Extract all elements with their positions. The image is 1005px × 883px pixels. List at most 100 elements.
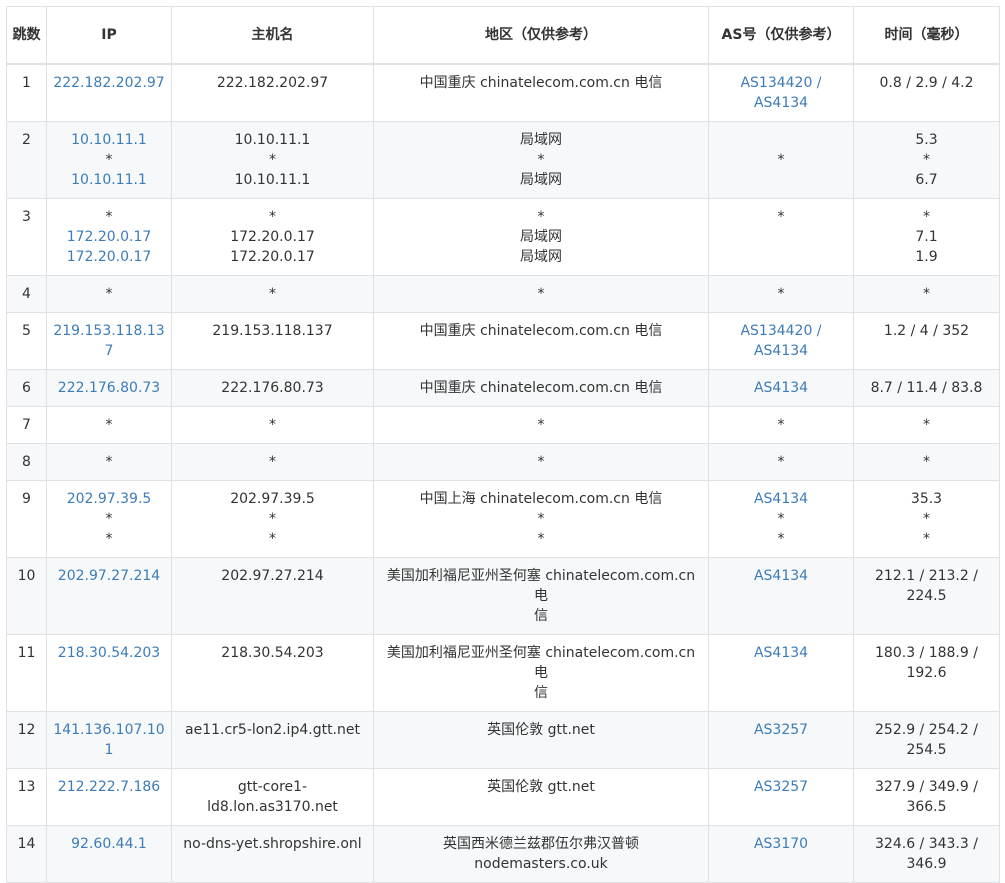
cell-text: * [269, 417, 276, 433]
as-link[interactable]: AS4134 [713, 643, 849, 663]
ip-link[interactable]: 212.222.7.186 [51, 777, 167, 797]
hop-cell: 9 [6, 480, 47, 558]
as-link[interactable]: AS3257 [713, 720, 849, 740]
time-cell: 324.6 / 343.3 / 346.9 [853, 825, 1000, 883]
hostname-cell: 10.10.11.1 * 10.10.11.1 [171, 121, 374, 199]
time-cell: * [853, 443, 1000, 481]
cell-text: * [537, 209, 545, 225]
cell-text: * [105, 511, 113, 527]
table-row: 7 * * * * * [6, 406, 1000, 444]
hop-cell: 14 [6, 825, 47, 883]
time-cell: * [853, 275, 1000, 313]
ip-link[interactable]: 222.182.202.97 [51, 73, 167, 93]
cell-text: 中国上海 chinatelecom.com.cn 电信 [419, 491, 663, 507]
cell-text: 英国西米德兰兹郡伍尔弗汉普顿 [443, 836, 639, 852]
cell-text: 8.7 / 11.4 / 83.8 [870, 380, 983, 396]
cell-text: 局域网 [520, 172, 562, 188]
traceroute-table: 跳数 IP 主机名 地区（仅供参考） AS号（仅供参考） 时间（毫秒） 1 222… [6, 6, 1000, 883]
ip-cell: 218.30.54.203 [46, 634, 172, 712]
as-link[interactable]: AS4134 [713, 489, 849, 509]
hop-cell: 5 [6, 312, 47, 370]
ip-link[interactable]: 92.60.44.1 [51, 834, 167, 854]
region-cell: 中国重庆 chinatelecom.com.cn 电信 [373, 312, 709, 370]
hostname-cell: no-dns-yet.shropshire.onl [171, 825, 374, 883]
cell-text: * [537, 511, 545, 527]
cell-text: 7.1 [915, 229, 938, 245]
cell-text: * [537, 152, 545, 168]
ip-link[interactable]: 202.97.39.5 [51, 489, 167, 509]
as-cell: AS4134 * * [708, 480, 854, 558]
cell-text: * [269, 286, 276, 302]
ip-link[interactable]: 172.20.0.17 [51, 247, 167, 267]
table-row: 14 92.60.44.1 no-dns-yet.shropshire.onl 英国西… [6, 825, 1000, 883]
cell-text: * [269, 531, 276, 547]
as-cell: AS4134 [708, 369, 854, 407]
hop-cell: 3 [6, 198, 47, 276]
hop-cell: 2 [6, 121, 47, 199]
cell-text: * [923, 531, 930, 547]
as-link[interactable]: AS3257 [713, 777, 849, 797]
cell-text: * [269, 511, 276, 527]
cell-text: 1.9 [915, 249, 938, 265]
cell-text: 180.3 / 188.9 / [875, 645, 978, 661]
cell-text: 222.182.202.97 [216, 75, 329, 91]
as-link[interactable]: AS134420 / [713, 73, 849, 93]
hostname-cell: * [171, 275, 374, 313]
ip-link[interactable]: 222.176.80.73 [51, 378, 167, 398]
cell-text: no-dns-yet.shropshire.onl [183, 836, 362, 852]
as-cell: * [708, 275, 854, 313]
time-cell: 180.3 / 188.9 / 192.6 [853, 634, 1000, 712]
cell-text: 信 [534, 608, 548, 624]
cell-text: 212.1 / 213.2 / [875, 568, 978, 584]
cell-text: 5.3 [915, 132, 938, 148]
cell-text: * [269, 209, 276, 225]
cell-text: 美国加利福尼亚州圣何塞 chinatelecom.com.cn 电 [386, 568, 696, 604]
cell-text: 英国伦敦 gtt.net [487, 779, 595, 795]
cell-text: 中国重庆 chinatelecom.com.cn 电信 [419, 75, 663, 91]
cell-text: 202.97.27.214 [221, 568, 324, 584]
cell-text: * [269, 454, 276, 470]
as-link[interactable]: AS4134 [713, 566, 849, 586]
cell-text: * [777, 531, 785, 547]
region-cell: * 局域网 局域网 [373, 198, 709, 276]
time-cell: 0.8 / 2.9 / 4.2 [853, 63, 1000, 122]
as-cell: * [708, 443, 854, 481]
region-cell: 局域网 * 局域网 [373, 121, 709, 199]
cell-text: 366.5 [906, 799, 947, 815]
hop-cell: 12 [6, 711, 47, 769]
table-row: 13 212.222.7.186 gtt-core1- ld8.lon.as3170.… [6, 768, 1000, 826]
as-link[interactable]: AS4134 [713, 378, 849, 398]
as-link[interactable]: AS3170 [713, 834, 849, 854]
time-cell: 252.9 / 254.2 / 254.5 [853, 711, 1000, 769]
cell-text: 信 [534, 685, 548, 701]
ip-link[interactable]: 141.136.107.101 [51, 720, 167, 760]
cell-text: 中国重庆 chinatelecom.com.cn 电信 [419, 380, 663, 396]
table-row: 12 141.136.107.101 ae11.cr5-lon2.ip4.gtt.n… [6, 711, 1000, 769]
cell-text: 324.6 / 343.3 / [875, 836, 978, 852]
cell-text: ae11.cr5-lon2.ip4.gtt.net [185, 722, 360, 738]
ip-link[interactable]: 172.20.0.17 [51, 227, 167, 247]
ip-link[interactable]: 10.10.11.1 [51, 170, 167, 190]
ip-link[interactable]: 219.153.118.137 [51, 321, 167, 361]
ip-cell: 222.182.202.97 [46, 63, 172, 122]
as-link[interactable]: AS4134 [713, 341, 849, 361]
region-cell: 英国西米德兰兹郡伍尔弗汉普顿 nodemasters.co.uk [373, 825, 709, 883]
cell-text: * [777, 286, 785, 302]
cell-text: * [105, 454, 113, 470]
time-cell: 327.9 / 349.9 / 366.5 [853, 768, 1000, 826]
ip-link[interactable]: 218.30.54.203 [51, 643, 167, 663]
as-cell: AS3257 [708, 768, 854, 826]
as-link[interactable]: AS134420 / [713, 321, 849, 341]
region-cell: 中国上海 chinatelecom.com.cn 电信 * * [373, 480, 709, 558]
time-cell: 5.3 * 6.7 [853, 121, 1000, 199]
cell-text: ld8.lon.as3170.net [207, 799, 338, 815]
cell-text: 224.5 [906, 588, 947, 604]
cell-text: * [777, 209, 785, 225]
hostname-cell: * [171, 406, 374, 444]
hop-cell: 6 [6, 369, 47, 407]
region-cell: 英国伦敦 gtt.net [373, 768, 709, 826]
region-cell: * [373, 443, 709, 481]
ip-link[interactable]: 10.10.11.1 [51, 130, 167, 150]
ip-link[interactable]: 202.97.27.214 [51, 566, 167, 586]
as-link[interactable]: AS4134 [713, 93, 849, 113]
